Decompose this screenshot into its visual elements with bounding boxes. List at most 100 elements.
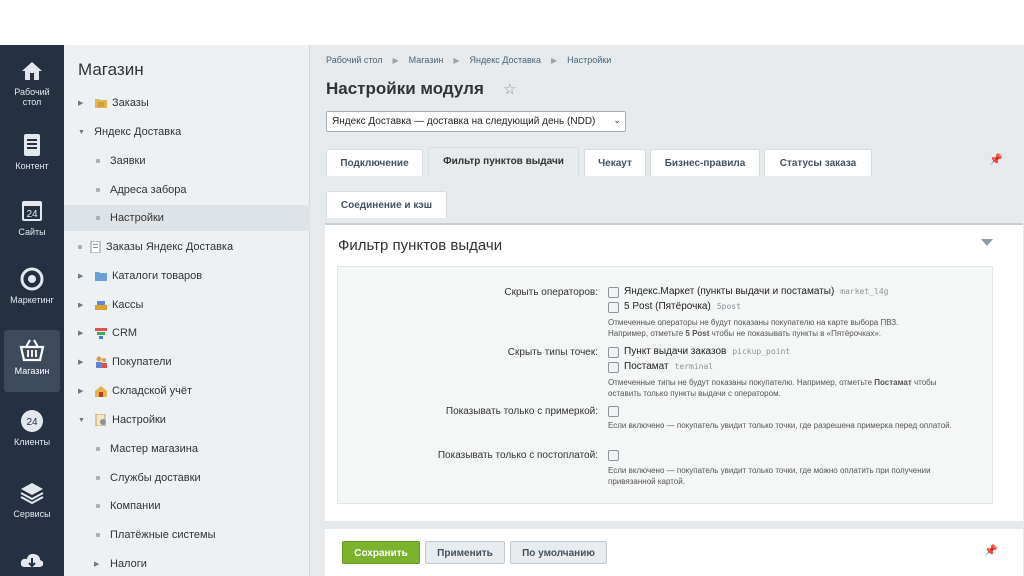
panel-header: Фильтр пунктов выдачи (325, 223, 1023, 263)
expand-arrow-icon[interactable]: ▶ (94, 560, 104, 568)
point-types-hint: Отмеченные типы не будут показаны покупа… (608, 378, 937, 398)
sidebar-item-companies[interactable]: Компании (64, 493, 310, 519)
iconbar-label: Контент (15, 161, 49, 171)
sidebar-item-yandex-orders[interactable]: Заказы Яндекс Доставка (64, 234, 310, 260)
option-code: terminal (674, 362, 714, 371)
sidebar-item-shop-wizard[interactable]: Мастер магазина (64, 436, 310, 462)
svg-text:24: 24 (26, 209, 38, 220)
sidebar-item-customers[interactable]: ▶ Покупатели (64, 349, 310, 375)
expand-arrow-icon[interactable]: ▶ (78, 272, 88, 280)
sidebar-item-label: Заказы Яндекс Доставка (106, 241, 234, 253)
sidebar-item-cash-registers[interactable]: ▶ Кассы (64, 292, 310, 318)
expand-arrow-icon[interactable]: ▶ (78, 99, 88, 107)
checkbox-postpay-only[interactable] (608, 450, 619, 461)
bullet-icon (96, 188, 100, 192)
breadcrumb: Рабочий стол ▶ Магазин ▶ Яндекс Доставка ▶ Нас… (326, 55, 612, 65)
tab-order-statuses[interactable]: Статусы заказа (764, 149, 872, 176)
iconbar-item-marketplace[interactable] (4, 545, 60, 576)
tab-connection[interactable]: Подключение (326, 149, 423, 176)
crm-funnel-icon (95, 328, 107, 339)
checkbox-market[interactable] (608, 287, 619, 298)
sidebar-item-label: Складской учёт (112, 385, 192, 397)
save-button[interactable]: Сохранить (342, 541, 420, 564)
breadcrumb-link[interactable]: Настройки (567, 55, 611, 65)
pin-icon[interactable]: 📌 (984, 544, 998, 557)
people-icon (96, 356, 107, 368)
checkbox-fitting-only[interactable] (608, 406, 619, 417)
breadcrumb-link[interactable]: Яндекс Доставка (470, 55, 541, 65)
home-icon (22, 62, 42, 80)
iconbar-item-shop[interactable]: Магазин (4, 330, 60, 392)
iconbar-item-clients[interactable]: 24 Клиенты (4, 405, 60, 455)
breadcrumb-link[interactable]: Магазин (409, 55, 444, 65)
expand-arrow-icon[interactable]: ▶ (78, 387, 88, 395)
apply-button[interactable]: Применить (425, 541, 505, 564)
checkbox-5post[interactable] (608, 302, 619, 313)
sidebar-item-pickup-addresses[interactable]: Адреса забора (64, 177, 310, 203)
sidebar-item-label: Налоги (110, 558, 147, 570)
panel-title: Фильтр пунктов выдачи (338, 237, 503, 254)
basket-icon (19, 339, 45, 362)
sidebar-item-requests[interactable]: Заявки (64, 148, 310, 174)
sidebar-item-delivery-services[interactable]: Службы доставки (64, 465, 310, 491)
sidebar-item-settings-selected[interactable]: Настройки (64, 205, 310, 231)
iconbar-label: Маркетинг (10, 295, 54, 305)
bullet-icon (78, 245, 82, 249)
sidebar-item-taxes[interactable]: ▶ Налоги (64, 551, 310, 576)
sidebar-item-payment-systems[interactable]: Платёжные системы (64, 522, 310, 548)
sidebar-item-shop-settings[interactable]: ▼ Настройки (64, 407, 310, 433)
collapse-triangle-icon[interactable] (981, 239, 993, 246)
iconbar-label: Сервисы (13, 509, 51, 519)
collapse-arrow-icon[interactable]: ▼ (78, 417, 88, 424)
sidebar-item-catalogs[interactable]: ▶ Каталоги товаров (64, 263, 310, 289)
sidebar-item-label: Заказы (112, 97, 149, 109)
bullet-icon (96, 159, 100, 163)
iconbar-item-services[interactable]: Сервисы (4, 477, 60, 527)
tab-connection-cache[interactable]: Соединение и кэш (326, 191, 447, 218)
module-select[interactable]: Яндекс Доставка — доставка на следующий … (326, 111, 626, 132)
iconbar-item-sites[interactable]: 24 Сайты (4, 195, 60, 245)
sidebar-item-crm[interactable]: ▶ CRM (64, 320, 310, 346)
favorite-star-icon[interactable]: ☆ (503, 80, 516, 98)
pin-icon[interactable]: 📌 (989, 153, 1003, 166)
sidebar-item-warehouse[interactable]: ▶ Складской учёт (64, 378, 310, 404)
bullet-icon (96, 216, 100, 220)
module-select-value: Яндекс Доставка — доставка на следующий … (332, 116, 596, 127)
sidebar-item-label: Настройки (110, 212, 164, 224)
sidebar-title: Магазин (78, 60, 144, 79)
option-code: 5post (716, 302, 741, 311)
collapse-arrow-icon[interactable]: ▼ (78, 129, 88, 136)
fitting-hint: Если включено — покупатель увидит только… (608, 421, 952, 430)
bullet-icon (96, 533, 100, 537)
checkbox-terminal[interactable] (608, 362, 619, 373)
iconbar-label: Магазин (14, 366, 50, 376)
document-icon (24, 134, 40, 156)
icon-bar: Рабочий стол Контент 24 Сайты Маркетинг … (0, 45, 64, 576)
tab-business-rules[interactable]: Бизнес-правила (650, 149, 760, 176)
default-button[interactable]: По умолчанию (510, 541, 607, 564)
top-bar (0, 0, 1024, 45)
operators-hint: Отмеченные операторы не будут показаны п… (608, 318, 899, 338)
sidebar-item-label: Службы доставки (110, 472, 201, 484)
postpay-hint: Если включено — покупатель увидит только… (608, 466, 931, 486)
expand-arrow-icon[interactable]: ▶ (78, 358, 88, 366)
option-5post: 5 Post (Пятёрочка) 5post (624, 301, 741, 312)
sidebar-item-label: Яндекс Доставка (94, 126, 182, 138)
iconbar-item-desktop[interactable]: Рабочий стол (4, 55, 60, 115)
iconbar-item-marketing[interactable]: Маркетинг (4, 263, 60, 313)
tab-pickup-filter[interactable]: Фильтр пунктов выдачи (428, 147, 579, 176)
iconbar-label: Клиенты (13, 437, 51, 447)
expand-arrow-icon[interactable]: ▶ (78, 329, 88, 337)
breadcrumb-link[interactable]: Рабочий стол (326, 55, 383, 65)
tab-checkout[interactable]: Чекаут (584, 149, 646, 176)
hide-point-types-label: Скрыть типы точек: (507, 347, 598, 358)
option-market: Яндекс.Маркет (пункты выдачи и постаматы… (624, 286, 889, 297)
sidebar-item-yandex-delivery[interactable]: ▼ Яндекс Доставка (64, 119, 310, 145)
iconbar-label: Рабочий стол (14, 87, 50, 107)
checkbox-pickup-point[interactable] (608, 347, 619, 358)
iconbar-item-content[interactable]: Контент (4, 129, 60, 179)
iconbar-label: Сайты (18, 227, 46, 237)
main-area: Рабочий стол ▶ Магазин ▶ Яндекс Доставка ▶ Нас… (310, 45, 1024, 576)
sidebar-item-orders[interactable]: ▶ Заказы (64, 90, 310, 116)
expand-arrow-icon[interactable]: ▶ (78, 301, 88, 309)
